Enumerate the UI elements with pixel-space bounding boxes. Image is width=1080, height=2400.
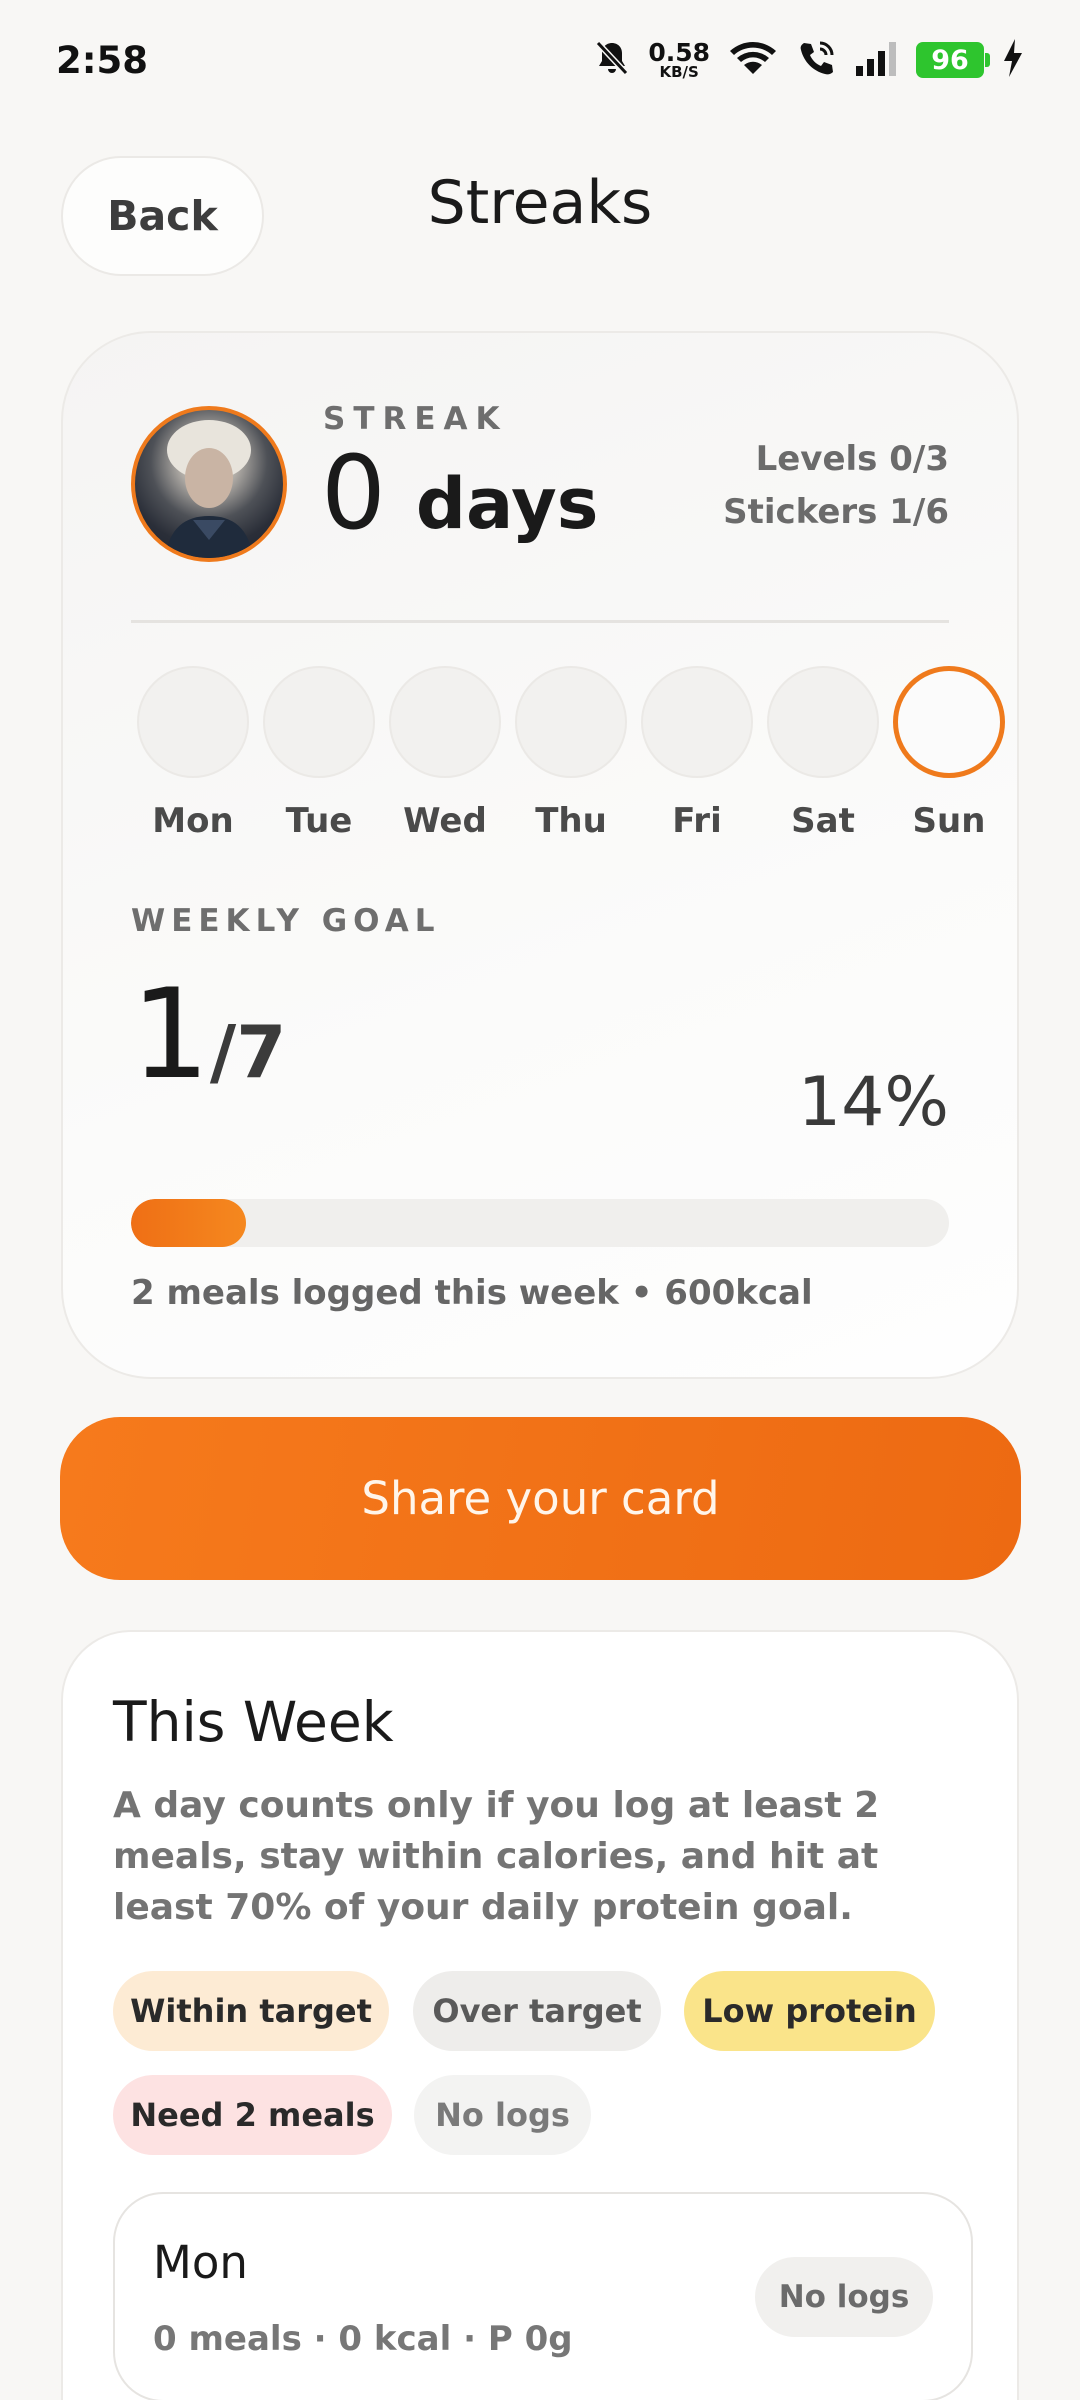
day-circle-tue [263,666,375,778]
goal-progress-bar [131,1199,949,1247]
day-label-thu: Thu [535,801,607,841]
row-day-label: Mon [153,2236,248,2289]
net-speed-value: 0.58 [648,38,710,67]
streak-stats: Levels 0/3 Stickers 1/6 [723,433,949,539]
net-speed-unit: KB/S [659,63,699,81]
share-card-button[interactable]: Share your card [60,1417,1021,1580]
day-row-mon[interactable]: Mon 0 meals · 0 kcal · P 0g No logs [113,2192,973,2400]
page-title: Streaks [427,168,653,238]
wifi-icon [728,39,778,81]
day-circle-fri [641,666,753,778]
signal-icon [854,40,898,80]
levels-stat: Levels 0/3 [755,439,949,479]
legend-chip-need-2-meals: Need 2 meals [113,2075,392,2155]
legend-chip-low-protein: Low protein [684,1971,935,2051]
streak-card: STREAK 0 days Levels 0/3 Stickers 1/6 Mo… [61,331,1019,1379]
bell-muted-icon [594,39,630,81]
this-week-card: This Week A day counts only if you log a… [61,1630,1019,2400]
streak-unit: days [415,463,599,545]
stickers-stat: Stickers 1/6 [723,492,949,532]
legend-chip-no-logs: No logs [414,2075,591,2155]
divider [131,620,949,623]
this-week-description: A day counts only if you log at least 2 … [113,1785,880,1928]
battery-indicator: 96 [916,42,990,78]
goal-progress-fill [131,1199,246,1247]
charging-icon [1002,38,1024,82]
day-circle-wed [389,666,501,778]
streak-count: 0 [321,434,386,553]
weekly-goal-value: 1 /7 [131,973,286,1097]
progress-note: 2 meals logged this week • 600kcal [131,1273,813,1313]
goal-done: 1 [131,963,210,1107]
goal-percent: 14% [797,1063,949,1142]
day-circle-thu [515,666,627,778]
day-circle-sun [893,666,1005,778]
this-week-title: This Week [113,1690,394,1754]
day-label-fri: Fri [672,801,722,841]
day-label-mon: Mon [152,801,234,841]
row-status-chip: No logs [755,2257,933,2337]
status-icons: 0.58 KB/S 96 [594,38,1024,82]
net-speed: 0.58 KB/S [648,40,710,80]
day-label-wed: Wed [403,801,487,841]
call-wifi-icon [796,39,836,81]
day-circle-mon [137,666,249,778]
streak-value: 0 days [321,443,598,545]
day-label-sat: Sat [791,801,855,841]
weekly-goal-label: WEEKLY GOAL [131,903,441,939]
status-bar: 2:58 0.58 KB/S 96 [0,0,1080,120]
day-label-tue: Tue [285,801,353,841]
status-time: 2:58 [56,38,149,82]
day-circle-sat [767,666,879,778]
goal-total: /7 [209,1010,287,1094]
legend-chip-within-target: Within target [113,1971,389,2051]
day-label-sun: Sun [912,801,986,841]
avatar [131,406,287,562]
row-summary: 0 meals · 0 kcal · P 0g [153,2319,573,2359]
streak-label: STREAK [323,401,508,437]
legend-chip-over-target: Over target [413,1971,661,2051]
